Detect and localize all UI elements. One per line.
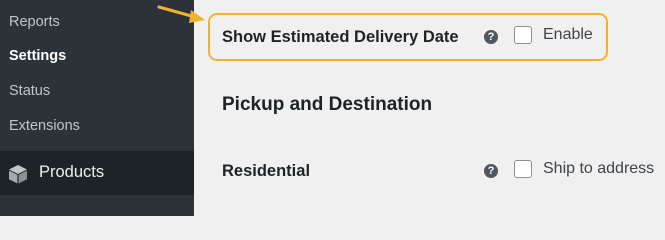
residential-checkbox[interactable] <box>514 160 532 178</box>
residential-checkbox-label[interactable]: Ship to address <box>543 160 654 178</box>
residential-label: Residential <box>222 162 311 180</box>
submenu-item-extensions[interactable]: Extensions <box>9 118 80 134</box>
sidebar-item-products-label: Products <box>39 163 105 181</box>
app-root: Reports Settings Status Extensions Produ… <box>0 0 665 216</box>
sidebar-item-products[interactable]: Products <box>0 151 194 195</box>
sidebar-filler <box>0 195 194 216</box>
submenu-item-reports[interactable]: Reports <box>9 14 60 30</box>
submenu-item-settings[interactable]: Settings <box>9 48 66 64</box>
box-icon <box>9 165 27 184</box>
section-title: Pickup and Destination <box>222 94 433 115</box>
estimated-delivery-checkbox[interactable] <box>514 26 532 44</box>
estimated-delivery-label: Show Estimated Delivery Date <box>222 28 459 46</box>
estimated-delivery-checkbox-label[interactable]: Enable <box>543 26 593 44</box>
submenu-item-status[interactable]: Status <box>9 83 50 99</box>
settings-content: Show Estimated Delivery Date ? Enable Pi… <box>194 0 665 216</box>
admin-sidebar: Reports Settings Status Extensions Produ… <box>0 0 194 216</box>
help-icon[interactable]: ? <box>484 164 498 178</box>
woocommerce-submenu: Reports Settings Status Extensions <box>0 0 194 150</box>
help-icon[interactable]: ? <box>484 30 498 44</box>
